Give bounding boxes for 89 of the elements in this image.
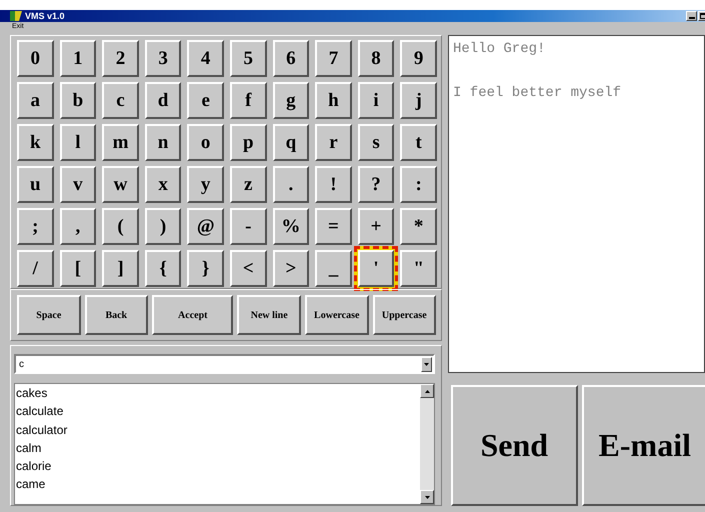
key-button[interactable]: f xyxy=(230,82,267,119)
key-button[interactable]: 7 xyxy=(315,40,352,77)
key-button[interactable]: ] xyxy=(102,250,139,287)
key-button[interactable]: z xyxy=(230,166,267,203)
key-button[interactable]: j xyxy=(400,82,437,119)
app-icon xyxy=(10,11,22,21)
down-arrow-icon xyxy=(424,496,430,498)
dropdown-button[interactable] xyxy=(421,356,432,372)
action-button[interactable]: E-mail xyxy=(582,385,705,506)
key-button[interactable]: d xyxy=(144,82,182,119)
key-button[interactable]: 6 xyxy=(272,40,310,77)
action-button[interactable]: Send xyxy=(451,385,578,506)
key-button[interactable]: r xyxy=(315,124,352,161)
key-button[interactable]: w xyxy=(102,166,139,203)
key-button[interactable]: m xyxy=(102,124,139,161)
key-button[interactable]: , xyxy=(60,208,96,245)
key-button[interactable]: 0 xyxy=(17,40,54,77)
key-button[interactable]: ) xyxy=(144,208,182,245)
key-button[interactable]: g xyxy=(272,82,310,119)
function-key-button[interactable]: Lowercase xyxy=(304,295,368,335)
function-key-button[interactable]: Uppercase xyxy=(372,295,436,335)
key-button[interactable]: s xyxy=(358,124,394,161)
key-button[interactable]: / xyxy=(17,250,54,287)
key-button[interactable]: o xyxy=(187,124,224,161)
key-button[interactable]: x xyxy=(144,166,182,203)
key-button[interactable]: ? xyxy=(358,166,394,203)
list-item[interactable]: came xyxy=(16,475,420,494)
key-button[interactable]: 4 xyxy=(187,40,224,77)
key-button[interactable]: h xyxy=(315,82,352,119)
key-button[interactable]: 3 xyxy=(144,40,182,77)
key-button[interactable]: e xyxy=(187,82,224,119)
maximize-icon xyxy=(700,13,705,19)
scroll-up-button[interactable] xyxy=(420,384,434,398)
key-button[interactable]: : xyxy=(400,166,437,203)
caret-icon xyxy=(424,362,429,366)
key-button[interactable]: i xyxy=(358,82,394,119)
key-button[interactable]: + xyxy=(358,208,394,245)
key-button[interactable]: [ xyxy=(60,250,96,287)
key-button[interactable]: } xyxy=(187,250,224,287)
key-button[interactable]: ( xyxy=(102,208,139,245)
message-area[interactable]: Hello Greg! I feel better myself xyxy=(448,35,705,373)
key-button[interactable]: k xyxy=(17,124,54,161)
scrollbar[interactable] xyxy=(420,384,434,504)
key-button[interactable]: % xyxy=(272,208,310,245)
list-item[interactable]: calorie xyxy=(16,457,420,476)
list-item[interactable]: calm xyxy=(16,438,420,458)
key-button[interactable]: 2 xyxy=(102,40,139,77)
key-button[interactable]: > xyxy=(272,250,310,287)
key-button[interactable]: t xyxy=(400,124,437,161)
key-button[interactable]: 1 xyxy=(60,40,96,77)
key-button[interactable]: _ xyxy=(315,250,352,287)
key-button[interactable]: < xyxy=(230,250,267,287)
key-button[interactable]: . xyxy=(272,166,310,203)
key-button[interactable]: ; xyxy=(17,208,54,245)
suggestion-list[interactable]: cakes calculate calculator calm calorie came xyxy=(14,383,435,505)
key-button[interactable]: - xyxy=(230,208,267,245)
up-arrow-icon xyxy=(424,390,430,392)
window-title: VMS v1.0 xyxy=(25,11,65,21)
key-button[interactable]: 5 xyxy=(230,40,267,77)
function-key-button[interactable]: New line xyxy=(237,295,301,335)
minimize-button[interactable] xyxy=(686,11,697,21)
key-button[interactable]: ! xyxy=(315,166,352,203)
key-button[interactable]: q xyxy=(272,124,310,161)
key-button[interactable]: b xyxy=(60,82,96,119)
list-item[interactable]: cakes xyxy=(16,384,420,402)
key-button[interactable]: p xyxy=(230,124,267,161)
key-button[interactable]: u xyxy=(17,166,54,203)
scroll-down-button[interactable] xyxy=(420,490,434,504)
key-button[interactable]: @ xyxy=(187,208,224,245)
key-button[interactable]: n xyxy=(144,124,182,161)
key-button[interactable]: l xyxy=(60,124,96,161)
word-combo-box[interactable]: c xyxy=(14,354,435,374)
key-button[interactable]: { xyxy=(144,250,182,287)
key-button[interactable]: = xyxy=(315,208,352,245)
key-button[interactable]: 8 xyxy=(358,40,394,77)
function-key-button[interactable]: Accept xyxy=(152,295,234,335)
function-key-button[interactable]: Space xyxy=(17,295,81,335)
message-paragraph: Hello Greg! xyxy=(453,40,546,59)
key-button[interactable]: a xyxy=(17,82,54,119)
key-button[interactable]: v xyxy=(60,166,96,203)
key-button[interactable]: c xyxy=(102,82,139,119)
function-key-button[interactable]: Back xyxy=(84,295,148,335)
key-button[interactable]: " xyxy=(400,250,437,287)
key-button[interactable]: * xyxy=(400,208,437,245)
key-button[interactable]: 9 xyxy=(400,40,437,77)
list-item[interactable]: calculate xyxy=(16,402,420,421)
key-button[interactable]: y xyxy=(187,166,224,203)
list-item[interactable]: calculator xyxy=(16,420,420,439)
message-paragraph: I feel better myself xyxy=(453,84,622,103)
